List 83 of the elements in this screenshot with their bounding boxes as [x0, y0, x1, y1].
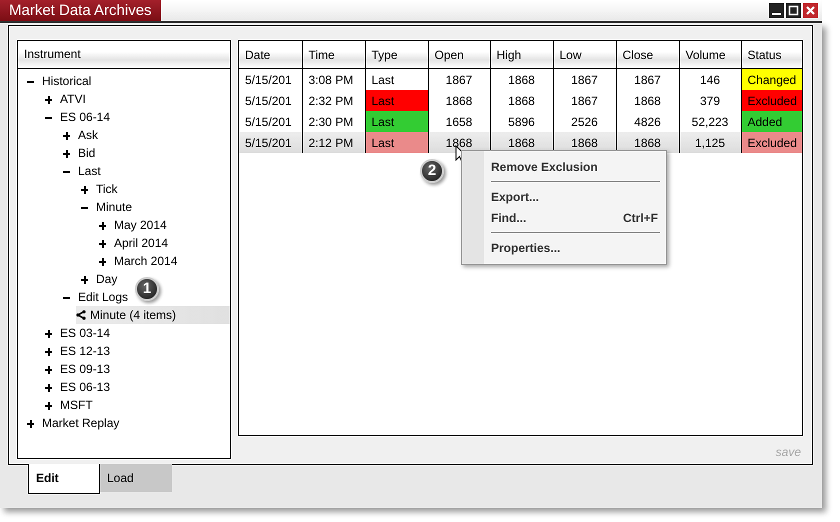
table-cell: 379 — [679, 90, 741, 111]
tree-item[interactable]: ES 06-13 — [44, 378, 110, 396]
expand-icon[interactable] — [44, 94, 53, 104]
tree-item[interactable]: Day — [80, 270, 118, 288]
shortcut-label: Ctrl+F — [622, 210, 658, 224]
expand-icon[interactable] — [80, 184, 89, 194]
table-cell: 2:12 PM — [302, 132, 365, 153]
tree-item[interactable]: Last — [62, 162, 101, 180]
tree-item[interactable]: Tick — [80, 180, 118, 198]
expand-icon[interactable] — [44, 328, 53, 338]
tree-item[interactable]: April 2014 — [98, 234, 168, 252]
table-cell: 1868 — [490, 68, 553, 90]
expand-icon[interactable] — [44, 382, 53, 392]
tree-item[interactable]: Bid — [62, 144, 96, 162]
expand-icon[interactable] — [98, 256, 107, 266]
tab[interactable]: Load — [100, 464, 172, 492]
menu-item[interactable]: Properties... — [462, 237, 666, 258]
table-cell: 1868 — [490, 90, 553, 111]
column-header[interactable]: Low — [553, 41, 616, 68]
tree-item[interactable]: May 2014 — [98, 216, 167, 234]
tree-item[interactable]: March 2014 — [98, 252, 178, 270]
column-header[interactable]: Type — [365, 41, 428, 68]
tree-item[interactable]: ES 09-13 — [44, 360, 110, 378]
tree-item[interactable]: ES 12-13 — [44, 342, 110, 360]
menu-item[interactable]: Find... Ctrl+F — [462, 207, 666, 228]
table-cell: 2:32 PM — [302, 90, 365, 111]
column-header[interactable]: High — [490, 41, 553, 68]
tree-item[interactable]: ES 06-14 — [44, 108, 110, 126]
share-icon — [76, 310, 86, 320]
expand-icon[interactable] — [44, 364, 53, 374]
menu-item[interactable]: Export... — [462, 186, 666, 207]
minimize-icon[interactable] — [769, 3, 784, 18]
table-cell: 5/15/201 — [239, 90, 302, 111]
table-cell: Last — [365, 132, 428, 153]
table-cell: Last — [365, 90, 428, 111]
table-row[interactable]: 5/15/201 2:32 PM Last 1868 1868 1867 1868 379 Excluded — [239, 90, 802, 111]
tab[interactable]: Edit — [28, 464, 100, 494]
expand-icon[interactable] — [26, 418, 35, 428]
expand-icon[interactable] — [62, 148, 71, 158]
maximize-icon[interactable] — [786, 3, 801, 18]
table-cell: 3:08 PM — [302, 68, 365, 90]
tree-item[interactable]: Market Replay — [26, 414, 120, 432]
column-header[interactable]: Open — [428, 41, 490, 68]
expand-icon[interactable] — [62, 130, 71, 140]
table-cell: 5/15/201 — [239, 132, 302, 153]
column-header[interactable]: Close — [616, 41, 679, 68]
table-cell: 1867 — [553, 68, 616, 90]
table-row[interactable]: 5/15/201 2:12 PM Last 1868 1868 1868 1868 1,125 Excluded — [239, 132, 802, 153]
expand-icon[interactable] — [44, 400, 53, 410]
column-header[interactable]: Time — [302, 41, 365, 68]
tree-item[interactable]: Historical — [26, 72, 92, 90]
tree-item[interactable]: Minute — [80, 198, 132, 216]
tree-item[interactable]: Edit Logs — [62, 288, 128, 306]
table-cell: Changed — [741, 68, 802, 90]
table-cell: Last — [365, 111, 428, 132]
table-cell: 146 — [679, 68, 741, 90]
table-row[interactable]: 5/15/201 3:08 PM Last 1867 1868 1867 1867 146 Changed — [239, 68, 802, 90]
column-header[interactable]: Status — [741, 41, 802, 68]
table-cell: 1867 — [616, 68, 679, 90]
close-icon[interactable] — [803, 3, 818, 18]
tree-item[interactable]: ES 03-14 — [44, 324, 110, 342]
tree-item[interactable]: MSFT — [44, 396, 93, 414]
tree-item[interactable]: ATVI — [44, 90, 86, 108]
table-cell: Excluded — [741, 132, 802, 153]
table-cell: 1868 — [616, 90, 679, 111]
expand-icon[interactable] — [44, 346, 53, 356]
column-header[interactable]: Volume — [679, 41, 741, 68]
tree-item[interactable]: Minute (4 items) — [76, 306, 230, 324]
tree-item[interactable]: Ask — [62, 126, 98, 144]
expand-icon[interactable] — [98, 220, 107, 230]
table-cell: Added — [741, 111, 802, 132]
menu-item[interactable]: Remove Exclusion — [462, 156, 666, 177]
column-header[interactable]: Date — [239, 41, 302, 68]
table-cell: 5/15/201 — [239, 68, 302, 90]
table-cell: 1,125 — [679, 132, 741, 153]
expand-icon[interactable] — [80, 274, 89, 284]
window-title: Market Data Archives — [0, 0, 161, 21]
table-cell: Excluded — [741, 90, 802, 111]
expand-icon[interactable] — [98, 238, 107, 248]
table-cell: 1867 — [553, 90, 616, 111]
table-cell: 1867 — [428, 68, 490, 90]
table-cell: 1868 — [428, 132, 490, 153]
table-cell: 1868 — [428, 90, 490, 111]
